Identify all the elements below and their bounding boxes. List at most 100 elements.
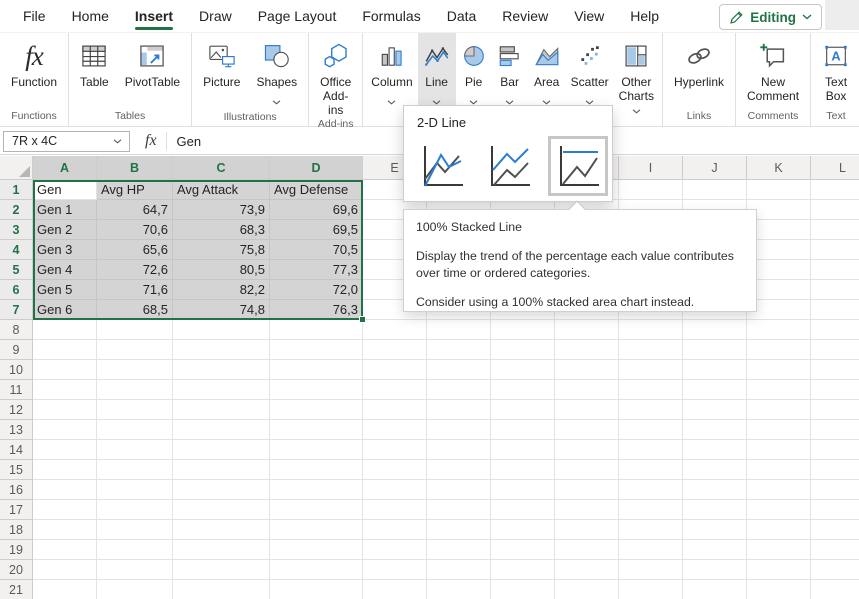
insert-function-icon[interactable]: fx (145, 132, 157, 150)
cell-k10[interactable] (747, 360, 811, 380)
cell-l13[interactable] (811, 420, 859, 440)
cell-g10[interactable] (491, 360, 555, 380)
cell-l14[interactable] (811, 440, 859, 460)
cell-h10[interactable] (555, 360, 619, 380)
cell-d4[interactable]: 70,5 (270, 240, 363, 260)
cell-e10[interactable] (363, 360, 427, 380)
cell-d6[interactable]: 72,0 (270, 280, 363, 300)
row-header-7[interactable]: 7 (0, 300, 33, 320)
cell-c3[interactable]: 68,3 (173, 220, 270, 240)
cell-j18[interactable] (683, 520, 747, 540)
column-header-l[interactable]: L (811, 156, 859, 180)
cell-c17[interactable] (173, 500, 270, 520)
cell-a18[interactable] (33, 520, 97, 540)
cell-a8[interactable] (33, 320, 97, 340)
row-header-2[interactable]: 2 (0, 200, 33, 220)
cell-j8[interactable] (683, 320, 747, 340)
cell-a10[interactable] (33, 360, 97, 380)
select-all-corner[interactable] (0, 156, 33, 180)
cell-c9[interactable] (173, 340, 270, 360)
row-header-1[interactable]: 1 (0, 180, 33, 200)
cell-b12[interactable] (97, 400, 173, 420)
cell-l8[interactable] (811, 320, 859, 340)
cell-a19[interactable] (33, 540, 97, 560)
cell-d11[interactable] (270, 380, 363, 400)
menu-tab-data[interactable]: Data (434, 0, 490, 33)
cell-d14[interactable] (270, 440, 363, 460)
cell-i8[interactable] (619, 320, 683, 340)
cell-b10[interactable] (97, 360, 173, 380)
cell-j20[interactable] (683, 560, 747, 580)
cell-b3[interactable]: 70,6 (97, 220, 173, 240)
cell-e15[interactable] (363, 460, 427, 480)
cell-l7[interactable] (811, 300, 859, 320)
cell-k8[interactable] (747, 320, 811, 340)
cell-b4[interactable]: 65,6 (97, 240, 173, 260)
cell-f13[interactable] (427, 420, 491, 440)
cell-c8[interactable] (173, 320, 270, 340)
cell-i13[interactable] (619, 420, 683, 440)
cell-f18[interactable] (427, 520, 491, 540)
cell-f12[interactable] (427, 400, 491, 420)
cell-b16[interactable] (97, 480, 173, 500)
cell-f17[interactable] (427, 500, 491, 520)
cell-d9[interactable] (270, 340, 363, 360)
cell-h18[interactable] (555, 520, 619, 540)
cell-b18[interactable] (97, 520, 173, 540)
menu-tab-formulas[interactable]: Formulas (349, 0, 433, 33)
cell-k9[interactable] (747, 340, 811, 360)
cell-e9[interactable] (363, 340, 427, 360)
cell-d3[interactable]: 69,5 (270, 220, 363, 240)
cell-a20[interactable] (33, 560, 97, 580)
cell-c18[interactable] (173, 520, 270, 540)
cell-d17[interactable] (270, 500, 363, 520)
cell-g11[interactable] (491, 380, 555, 400)
cell-h11[interactable] (555, 380, 619, 400)
cell-f16[interactable] (427, 480, 491, 500)
cell-l17[interactable] (811, 500, 859, 520)
menu-tab-view[interactable]: View (561, 0, 617, 33)
name-box[interactable]: 7R x 4C (3, 131, 130, 152)
cell-b20[interactable] (97, 560, 173, 580)
cell-a16[interactable] (33, 480, 97, 500)
cell-a9[interactable] (33, 340, 97, 360)
cell-g21[interactable] (491, 580, 555, 599)
cell-h9[interactable] (555, 340, 619, 360)
cell-h19[interactable] (555, 540, 619, 560)
row-header-21[interactable]: 21 (0, 580, 33, 599)
cell-g14[interactable] (491, 440, 555, 460)
cell-j17[interactable] (683, 500, 747, 520)
cell-g19[interactable] (491, 540, 555, 560)
shapes-button[interactable]: Shapes (248, 33, 305, 110)
cell-a17[interactable] (33, 500, 97, 520)
cell-k15[interactable] (747, 460, 811, 480)
chart-option-line[interactable] (417, 141, 467, 191)
cell-c2[interactable]: 73,9 (173, 200, 270, 220)
cell-a12[interactable] (33, 400, 97, 420)
cell-d18[interactable] (270, 520, 363, 540)
cell-j1[interactable] (683, 180, 747, 200)
cell-j15[interactable] (683, 460, 747, 480)
menu-tab-page-layout[interactable]: Page Layout (245, 0, 350, 33)
cell-g13[interactable] (491, 420, 555, 440)
row-header-6[interactable]: 6 (0, 280, 33, 300)
cell-c14[interactable] (173, 440, 270, 460)
cell-h16[interactable] (555, 480, 619, 500)
cell-d21[interactable] (270, 580, 363, 599)
cell-f21[interactable] (427, 580, 491, 599)
cell-e8[interactable] (363, 320, 427, 340)
row-header-8[interactable]: 8 (0, 320, 33, 340)
cell-h8[interactable] (555, 320, 619, 340)
cell-j14[interactable] (683, 440, 747, 460)
cell-i15[interactable] (619, 460, 683, 480)
cell-e13[interactable] (363, 420, 427, 440)
cell-l4[interactable] (811, 240, 859, 260)
cell-e19[interactable] (363, 540, 427, 560)
cell-c10[interactable] (173, 360, 270, 380)
cell-a15[interactable] (33, 460, 97, 480)
column-header-k[interactable]: K (747, 156, 811, 180)
cell-a1[interactable]: Gen (33, 180, 97, 200)
cell-i12[interactable] (619, 400, 683, 420)
cell-f11[interactable] (427, 380, 491, 400)
cell-j21[interactable] (683, 580, 747, 599)
